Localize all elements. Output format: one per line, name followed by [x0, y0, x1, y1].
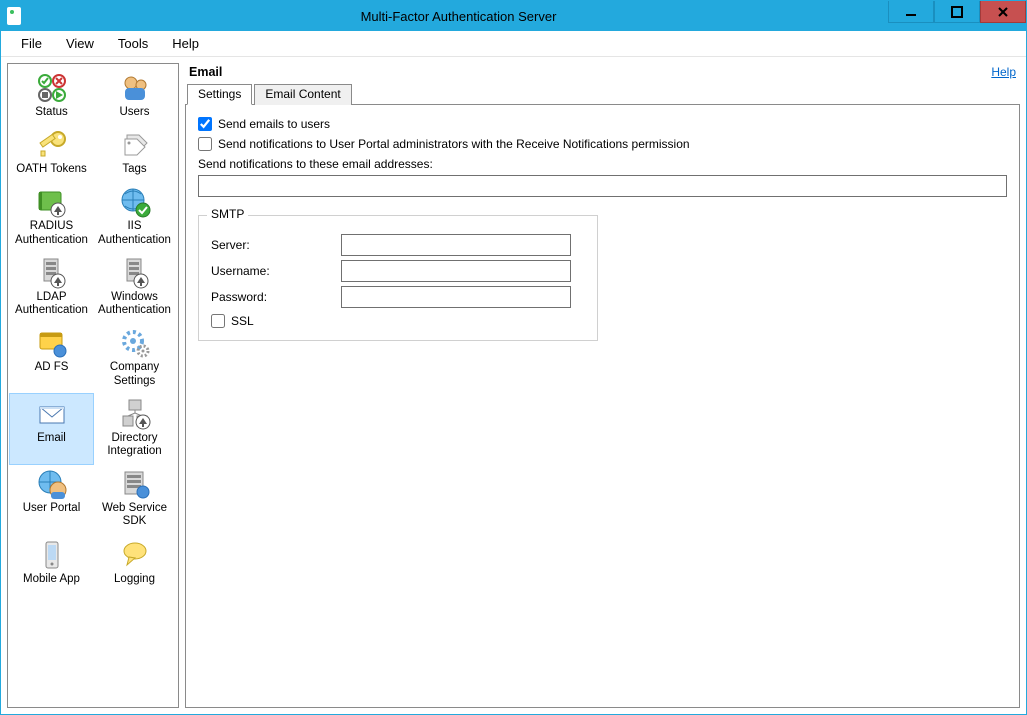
tab-email-content[interactable]: Email Content	[254, 84, 351, 105]
smtp-server-row: Server:	[211, 234, 585, 256]
minimize-button[interactable]	[888, 1, 934, 23]
sidebar-item-label: Company Settings	[95, 361, 174, 387]
sidebar-item-label: Directory Integration	[95, 432, 174, 458]
sidebar-item-adfs[interactable]: AD FS	[10, 323, 93, 393]
window-controls	[888, 1, 1026, 31]
page-title: Email	[189, 65, 222, 79]
sidebar-item-ldap-auth[interactable]: LDAP Authentication	[10, 253, 93, 323]
menu-file[interactable]: File	[9, 32, 54, 55]
sidebar-item-company-settings[interactable]: Company Settings	[93, 323, 176, 393]
smtp-server-input[interactable]	[341, 234, 571, 256]
sidebar-item-label: User Portal	[23, 502, 81, 515]
sidebar-item-status[interactable]: Status	[10, 68, 93, 125]
sidebar-item-label: Web Service SDK	[95, 502, 174, 528]
smtp-password-input[interactable]	[341, 286, 571, 308]
gear-icon	[119, 327, 151, 359]
smtp-username-input[interactable]	[341, 260, 571, 282]
send-emails-checkbox[interactable]	[198, 117, 212, 131]
windows-icon	[119, 257, 151, 289]
sidebar-item-label: Status	[35, 106, 68, 119]
sidebar-item-web-service-sdk[interactable]: Web Service SDK	[93, 464, 176, 534]
radius-icon	[36, 186, 68, 218]
sidebar-item-users[interactable]: Users	[93, 68, 176, 125]
tab-page-settings: Send emails to users Send notifications …	[185, 104, 1020, 708]
sidebar-item-oath-tokens[interactable]: OATH Tokens	[10, 125, 93, 182]
sidebar-item-windows-auth[interactable]: Windows Authentication	[93, 253, 176, 323]
smtp-server-label: Server:	[211, 238, 341, 252]
notify-admins-checkbox[interactable]	[198, 137, 212, 151]
smtp-legend: SMTP	[207, 207, 248, 221]
title-bar: Multi-Factor Authentication Server	[1, 1, 1026, 31]
sidebar-item-label: Logging	[114, 573, 155, 586]
sidebar-item-label: Windows Authentication	[95, 291, 174, 317]
smtp-ssl-label: SSL	[231, 314, 254, 328]
directory-icon	[119, 398, 151, 430]
send-emails-checkbox-row: Send emails to users	[198, 117, 1007, 131]
sidebar-item-label: Email	[37, 432, 66, 445]
adfs-icon	[36, 327, 68, 359]
addresses-input[interactable]	[198, 175, 1007, 197]
tab-strip: Settings Email Content	[185, 83, 1020, 104]
sidebar-item-mobile-app[interactable]: Mobile App	[10, 535, 93, 592]
sidebar: Status Users OATH Tokens	[7, 63, 179, 708]
sidebar-item-label: Mobile App	[23, 573, 80, 586]
menu-help[interactable]: Help	[160, 32, 211, 55]
key-icon	[36, 129, 68, 161]
addresses-label: Send notifications to these email addres…	[198, 157, 1007, 171]
sidebar-item-label: RADIUS Authentication	[12, 220, 91, 246]
smtp-ssl-row: SSL	[211, 314, 585, 328]
sidebar-item-label: OATH Tokens	[16, 163, 87, 176]
menu-bar: File View Tools Help	[1, 31, 1026, 57]
smtp-ssl-checkbox[interactable]	[211, 314, 225, 328]
iis-icon	[119, 186, 151, 218]
window-title: Multi-Factor Authentication Server	[29, 9, 888, 24]
maximize-button[interactable]	[934, 1, 980, 23]
sidebar-item-label: LDAP Authentication	[12, 291, 91, 317]
smtp-password-label: Password:	[211, 290, 341, 304]
sidebar-item-directory-integration[interactable]: Directory Integration	[93, 394, 176, 464]
notify-admins-label: Send notifications to User Portal admini…	[218, 137, 690, 151]
smtp-username-label: Username:	[211, 264, 341, 278]
users-icon	[119, 72, 151, 104]
logging-icon	[119, 539, 151, 571]
smtp-username-row: Username:	[211, 260, 585, 282]
sidebar-item-logging[interactable]: Logging	[93, 535, 176, 592]
main-panel: Email Help Settings Email Content Send e…	[185, 63, 1020, 708]
sidebar-item-iis-auth[interactable]: IIS Authentication	[93, 182, 176, 252]
notify-admins-checkbox-row: Send notifications to User Portal admini…	[198, 137, 1007, 151]
tags-icon	[119, 129, 151, 161]
ldap-icon	[36, 257, 68, 289]
sidebar-item-label: AD FS	[35, 361, 69, 374]
app-icon	[7, 7, 21, 25]
sidebar-item-user-portal[interactable]: User Portal	[10, 464, 93, 534]
sidebar-item-label: Tags	[122, 163, 146, 176]
help-link[interactable]: Help	[991, 65, 1016, 79]
close-button[interactable]	[980, 1, 1026, 23]
sidebar-item-radius-auth[interactable]: RADIUS Authentication	[10, 182, 93, 252]
main-header: Email Help	[185, 63, 1020, 83]
envelope-icon	[36, 398, 68, 430]
app-window: Multi-Factor Authentication Server File …	[0, 0, 1027, 715]
menu-view[interactable]: View	[54, 32, 106, 55]
smtp-group: SMTP Server: Username: Password:	[198, 215, 598, 341]
mobile-icon	[36, 539, 68, 571]
tab-settings[interactable]: Settings	[187, 84, 252, 105]
web-service-icon	[119, 468, 151, 500]
sidebar-item-label: IIS Authentication	[95, 220, 174, 246]
user-portal-icon	[36, 468, 68, 500]
smtp-password-row: Password:	[211, 286, 585, 308]
menu-tools[interactable]: Tools	[106, 32, 160, 55]
sidebar-item-email[interactable]: Email	[10, 394, 93, 464]
send-emails-label: Send emails to users	[218, 117, 330, 131]
sidebar-item-label: Users	[119, 106, 149, 119]
status-icon	[36, 72, 68, 104]
sidebar-item-tags[interactable]: Tags	[93, 125, 176, 182]
body: Status Users OATH Tokens	[1, 57, 1026, 714]
